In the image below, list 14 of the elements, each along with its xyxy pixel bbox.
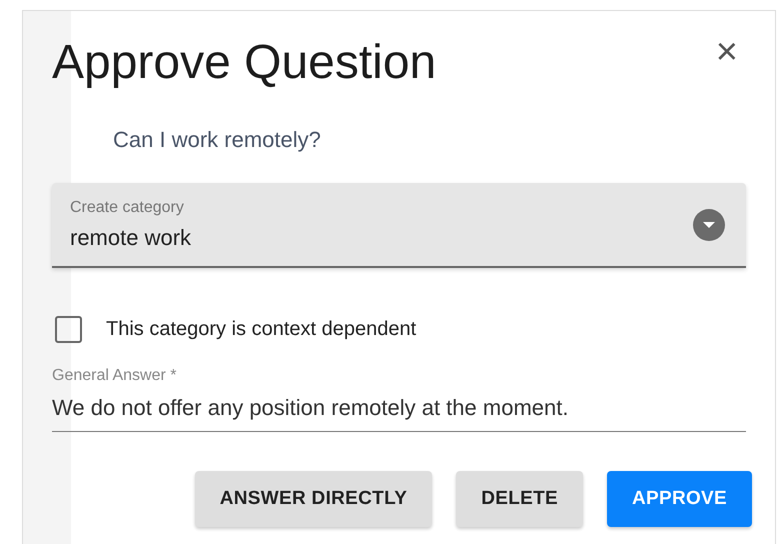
answer-field[interactable]: We do not offer any position remotely at the moment.	[52, 395, 746, 432]
field-label: General Answer *	[52, 367, 178, 385]
select-label: Create category	[70, 198, 185, 216]
checkbox[interactable]	[55, 316, 82, 343]
question-text: Can I work remotely?	[113, 127, 322, 153]
action-button[interactable]: DELETE	[456, 471, 583, 527]
dialog-title: Approve Question	[52, 35, 436, 91]
approve-button[interactable]: APPROVE	[606, 471, 752, 527]
select-value: remote work	[70, 224, 192, 250]
action-button[interactable]: ANSWER DIRECTLY	[194, 471, 432, 527]
close-button[interactable]: ×	[708, 35, 746, 69]
category-select[interactable]: Create category remote work	[52, 183, 746, 268]
checkbox-label: This category is context dependent	[106, 318, 416, 341]
dropdown-icon[interactable]	[693, 208, 725, 240]
